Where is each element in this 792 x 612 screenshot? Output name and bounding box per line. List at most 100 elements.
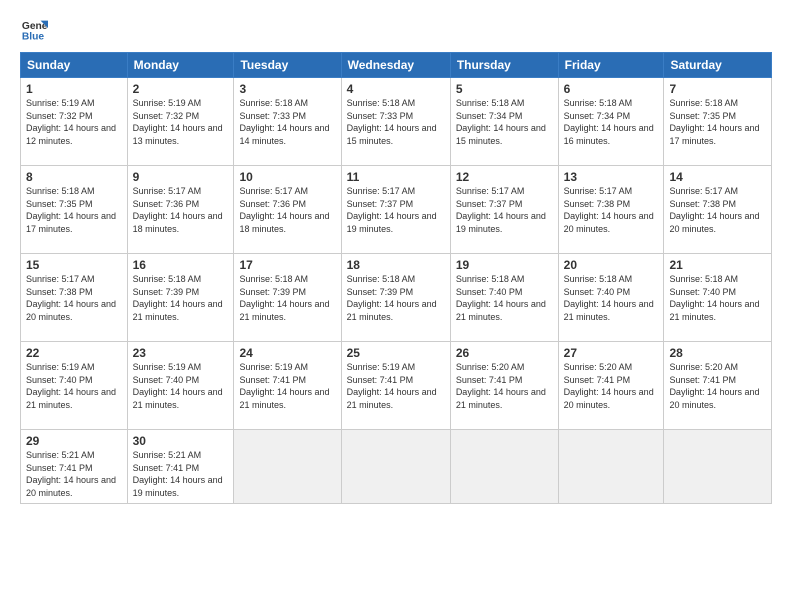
day-number: 27 <box>564 346 659 360</box>
day-info: Sunrise: 5:18 AMSunset: 7:34 PMDaylight:… <box>456 98 546 146</box>
day-info: Sunrise: 5:19 AMSunset: 7:32 PMDaylight:… <box>26 98 116 146</box>
svg-text:Blue: Blue <box>22 31 45 42</box>
weekday-header-row: SundayMondayTuesdayWednesdayThursdayFrid… <box>21 53 772 78</box>
calendar-day: 26 Sunrise: 5:20 AMSunset: 7:41 PMDaylig… <box>450 342 558 430</box>
calendar-day: 18 Sunrise: 5:18 AMSunset: 7:39 PMDaylig… <box>341 254 450 342</box>
day-info: Sunrise: 5:18 AMSunset: 7:39 PMDaylight:… <box>133 274 223 322</box>
day-info: Sunrise: 5:17 AMSunset: 7:36 PMDaylight:… <box>239 186 329 234</box>
calendar-day: 29 Sunrise: 5:21 AMSunset: 7:41 PMDaylig… <box>21 430 128 504</box>
calendar-day: 21 Sunrise: 5:18 AMSunset: 7:40 PMDaylig… <box>664 254 772 342</box>
calendar-day: 17 Sunrise: 5:18 AMSunset: 7:39 PMDaylig… <box>234 254 341 342</box>
calendar-week-row: 22 Sunrise: 5:19 AMSunset: 7:40 PMDaylig… <box>21 342 772 430</box>
day-info: Sunrise: 5:18 AMSunset: 7:40 PMDaylight:… <box>669 274 759 322</box>
calendar-day: 7 Sunrise: 5:18 AMSunset: 7:35 PMDayligh… <box>664 78 772 166</box>
weekday-header: Sunday <box>21 53 128 78</box>
calendar-day: 24 Sunrise: 5:19 AMSunset: 7:41 PMDaylig… <box>234 342 341 430</box>
calendar-day: 8 Sunrise: 5:18 AMSunset: 7:35 PMDayligh… <box>21 166 128 254</box>
calendar-day: 9 Sunrise: 5:17 AMSunset: 7:36 PMDayligh… <box>127 166 234 254</box>
day-info: Sunrise: 5:20 AMSunset: 7:41 PMDaylight:… <box>456 362 546 410</box>
weekday-header: Friday <box>558 53 664 78</box>
calendar-day: 20 Sunrise: 5:18 AMSunset: 7:40 PMDaylig… <box>558 254 664 342</box>
day-number: 4 <box>347 82 445 96</box>
calendar-day: 10 Sunrise: 5:17 AMSunset: 7:36 PMDaylig… <box>234 166 341 254</box>
calendar-day: 3 Sunrise: 5:18 AMSunset: 7:33 PMDayligh… <box>234 78 341 166</box>
calendar-week-row: 1 Sunrise: 5:19 AMSunset: 7:32 PMDayligh… <box>21 78 772 166</box>
calendar-day: 15 Sunrise: 5:17 AMSunset: 7:38 PMDaylig… <box>21 254 128 342</box>
day-info: Sunrise: 5:21 AMSunset: 7:41 PMDaylight:… <box>26 450 116 498</box>
day-number: 14 <box>669 170 766 184</box>
page: General Blue SundayMondayTuesdayWednesda… <box>0 0 792 612</box>
day-info: Sunrise: 5:18 AMSunset: 7:39 PMDaylight:… <box>239 274 329 322</box>
day-info: Sunrise: 5:21 AMSunset: 7:41 PMDaylight:… <box>133 450 223 498</box>
day-number: 24 <box>239 346 335 360</box>
day-info: Sunrise: 5:17 AMSunset: 7:36 PMDaylight:… <box>133 186 223 234</box>
calendar-day: 4 Sunrise: 5:18 AMSunset: 7:33 PMDayligh… <box>341 78 450 166</box>
day-number: 22 <box>26 346 122 360</box>
day-number: 7 <box>669 82 766 96</box>
day-number: 5 <box>456 82 553 96</box>
day-info: Sunrise: 5:19 AMSunset: 7:41 PMDaylight:… <box>347 362 437 410</box>
day-info: Sunrise: 5:19 AMSunset: 7:40 PMDaylight:… <box>133 362 223 410</box>
calendar-day: 12 Sunrise: 5:17 AMSunset: 7:37 PMDaylig… <box>450 166 558 254</box>
day-number: 18 <box>347 258 445 272</box>
day-info: Sunrise: 5:17 AMSunset: 7:37 PMDaylight:… <box>347 186 437 234</box>
calendar-day: 28 Sunrise: 5:20 AMSunset: 7:41 PMDaylig… <box>664 342 772 430</box>
day-info: Sunrise: 5:19 AMSunset: 7:32 PMDaylight:… <box>133 98 223 146</box>
day-info: Sunrise: 5:17 AMSunset: 7:38 PMDaylight:… <box>564 186 654 234</box>
day-info: Sunrise: 5:18 AMSunset: 7:40 PMDaylight:… <box>456 274 546 322</box>
calendar-week-row: 29 Sunrise: 5:21 AMSunset: 7:41 PMDaylig… <box>21 430 772 504</box>
day-number: 8 <box>26 170 122 184</box>
day-number: 25 <box>347 346 445 360</box>
weekday-header: Monday <box>127 53 234 78</box>
weekday-header: Thursday <box>450 53 558 78</box>
day-info: Sunrise: 5:18 AMSunset: 7:35 PMDaylight:… <box>26 186 116 234</box>
weekday-header: Saturday <box>664 53 772 78</box>
calendar-day: 11 Sunrise: 5:17 AMSunset: 7:37 PMDaylig… <box>341 166 450 254</box>
calendar-day: 23 Sunrise: 5:19 AMSunset: 7:40 PMDaylig… <box>127 342 234 430</box>
calendar-day <box>341 430 450 504</box>
day-number: 1 <box>26 82 122 96</box>
day-info: Sunrise: 5:17 AMSunset: 7:38 PMDaylight:… <box>669 186 759 234</box>
day-number: 28 <box>669 346 766 360</box>
day-number: 12 <box>456 170 553 184</box>
day-info: Sunrise: 5:20 AMSunset: 7:41 PMDaylight:… <box>669 362 759 410</box>
day-info: Sunrise: 5:18 AMSunset: 7:33 PMDaylight:… <box>239 98 329 146</box>
day-number: 16 <box>133 258 229 272</box>
day-info: Sunrise: 5:18 AMSunset: 7:39 PMDaylight:… <box>347 274 437 322</box>
calendar-day: 13 Sunrise: 5:17 AMSunset: 7:38 PMDaylig… <box>558 166 664 254</box>
calendar-day: 5 Sunrise: 5:18 AMSunset: 7:34 PMDayligh… <box>450 78 558 166</box>
calendar-day: 16 Sunrise: 5:18 AMSunset: 7:39 PMDaylig… <box>127 254 234 342</box>
day-number: 3 <box>239 82 335 96</box>
day-info: Sunrise: 5:18 AMSunset: 7:40 PMDaylight:… <box>564 274 654 322</box>
day-number: 26 <box>456 346 553 360</box>
day-number: 2 <box>133 82 229 96</box>
calendar-day: 1 Sunrise: 5:19 AMSunset: 7:32 PMDayligh… <box>21 78 128 166</box>
calendar-day <box>664 430 772 504</box>
day-number: 23 <box>133 346 229 360</box>
calendar: SundayMondayTuesdayWednesdayThursdayFrid… <box>20 52 772 504</box>
day-info: Sunrise: 5:17 AMSunset: 7:38 PMDaylight:… <box>26 274 116 322</box>
day-info: Sunrise: 5:19 AMSunset: 7:40 PMDaylight:… <box>26 362 116 410</box>
calendar-day: 27 Sunrise: 5:20 AMSunset: 7:41 PMDaylig… <box>558 342 664 430</box>
day-number: 11 <box>347 170 445 184</box>
calendar-day: 25 Sunrise: 5:19 AMSunset: 7:41 PMDaylig… <box>341 342 450 430</box>
calendar-day: 19 Sunrise: 5:18 AMSunset: 7:40 PMDaylig… <box>450 254 558 342</box>
calendar-day: 6 Sunrise: 5:18 AMSunset: 7:34 PMDayligh… <box>558 78 664 166</box>
day-number: 20 <box>564 258 659 272</box>
calendar-day: 2 Sunrise: 5:19 AMSunset: 7:32 PMDayligh… <box>127 78 234 166</box>
calendar-day <box>234 430 341 504</box>
day-info: Sunrise: 5:18 AMSunset: 7:33 PMDaylight:… <box>347 98 437 146</box>
calendar-day <box>450 430 558 504</box>
calendar-day: 14 Sunrise: 5:17 AMSunset: 7:38 PMDaylig… <box>664 166 772 254</box>
day-number: 21 <box>669 258 766 272</box>
day-number: 6 <box>564 82 659 96</box>
day-number: 30 <box>133 434 229 448</box>
weekday-header: Wednesday <box>341 53 450 78</box>
day-number: 15 <box>26 258 122 272</box>
day-info: Sunrise: 5:20 AMSunset: 7:41 PMDaylight:… <box>564 362 654 410</box>
day-number: 29 <box>26 434 122 448</box>
calendar-week-row: 8 Sunrise: 5:18 AMSunset: 7:35 PMDayligh… <box>21 166 772 254</box>
calendar-week-row: 15 Sunrise: 5:17 AMSunset: 7:38 PMDaylig… <box>21 254 772 342</box>
day-info: Sunrise: 5:19 AMSunset: 7:41 PMDaylight:… <box>239 362 329 410</box>
header: General Blue <box>20 16 772 44</box>
